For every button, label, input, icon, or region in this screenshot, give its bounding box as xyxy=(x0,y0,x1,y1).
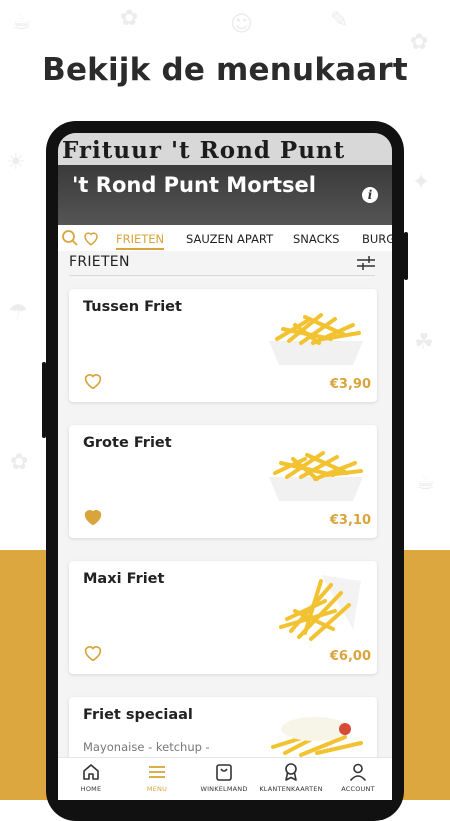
tab-frieten[interactable]: FRIETEN xyxy=(116,232,165,250)
product-name: Grote Friet xyxy=(83,435,172,451)
favorites-heart-icon[interactable] xyxy=(82,229,100,251)
tab-sauzen-apart[interactable]: SAUZEN APART xyxy=(186,232,273,246)
product-name: Friet speciaal xyxy=(83,707,193,723)
product-name: Tussen Friet xyxy=(83,299,182,315)
fries-image xyxy=(261,435,371,507)
section-title: FRIETEN xyxy=(69,254,130,270)
nav-label: HOME xyxy=(80,785,102,793)
badge-icon xyxy=(285,763,297,781)
nav-klantenkaarten[interactable]: KLANTENKAARTEN xyxy=(258,762,324,793)
favorite-heart-icon[interactable] xyxy=(83,508,103,530)
doodle-icon: ✎ xyxy=(330,8,349,33)
phone-side-button xyxy=(42,362,46,438)
page-headline: Bekijk de menukaart xyxy=(42,52,408,88)
product-price: €3,10 xyxy=(329,513,371,528)
nav-account[interactable]: ACCOUNT xyxy=(325,762,391,793)
favorite-heart-icon[interactable] xyxy=(83,644,103,666)
restaurant-name: 't Rond Punt Mortsel xyxy=(72,173,316,197)
nav-menu[interactable]: MENU xyxy=(124,762,190,793)
product-price: €3,90 xyxy=(329,377,371,392)
doodle-icon: ✿ xyxy=(120,6,139,31)
nav-label: MENU xyxy=(146,785,168,793)
shopping-bag-icon xyxy=(216,764,232,781)
user-icon xyxy=(349,763,367,782)
category-tabs: FRIETEN SAUZEN APART SNACKS BURG xyxy=(58,225,392,251)
product-card[interactable]: Grote Friet €3,10 xyxy=(69,425,377,538)
doodle-icon: ☀ xyxy=(6,150,26,175)
doodle-icon: ✿ xyxy=(10,450,29,475)
nav-label: KLANTENKAARTEN xyxy=(259,785,323,793)
phone-volume-button xyxy=(404,232,408,280)
info-icon[interactable]: i xyxy=(362,187,378,203)
fries-cone-image xyxy=(261,571,371,643)
nav-label: WINKELMAND xyxy=(200,785,248,793)
product-price: €6,00 xyxy=(329,649,371,664)
product-card[interactable]: Tussen Friet €3,90 xyxy=(69,289,377,402)
filter-icon[interactable] xyxy=(357,255,375,275)
doodle-icon: ☘ xyxy=(414,330,434,355)
product-card[interactable]: Maxi Friet €6,00 xyxy=(69,561,377,674)
favorite-heart-icon[interactable] xyxy=(83,372,103,394)
app-screen: Frituur 't Rond Punt 't Rond Punt Mortse… xyxy=(58,133,392,800)
doodle-icon: ☂ xyxy=(8,300,28,325)
doodle-icon: ☕ xyxy=(416,470,436,495)
menu-icon xyxy=(149,766,165,778)
fries-image xyxy=(261,299,371,371)
bottom-navigation: HOME MENU WINKELMAND KLANTENKAARTEN ACCO… xyxy=(58,757,392,800)
tab-snacks[interactable]: SNACKS xyxy=(293,232,339,246)
nav-winkelmand[interactable]: WINKELMAND xyxy=(191,762,257,793)
doodle-icon: ☺ xyxy=(230,12,253,37)
doodle-icon: ☕ xyxy=(12,10,32,35)
product-name: Maxi Friet xyxy=(83,571,165,587)
restaurant-header: Frituur 't Rond Punt 't Rond Punt Mortse… xyxy=(58,133,392,225)
doodle-icon: ✦ xyxy=(412,170,431,195)
tab-burgers[interactable]: BURG xyxy=(362,232,392,246)
section-header: FRIETEN xyxy=(69,251,375,276)
restaurant-sign-text: Frituur 't Rond Punt xyxy=(62,137,346,164)
nav-home[interactable]: HOME xyxy=(58,762,124,793)
search-icon[interactable] xyxy=(61,229,79,251)
nav-label: ACCOUNT xyxy=(341,785,375,793)
restaurant-sign: Frituur 't Rond Punt xyxy=(58,133,392,165)
home-icon xyxy=(83,764,99,780)
